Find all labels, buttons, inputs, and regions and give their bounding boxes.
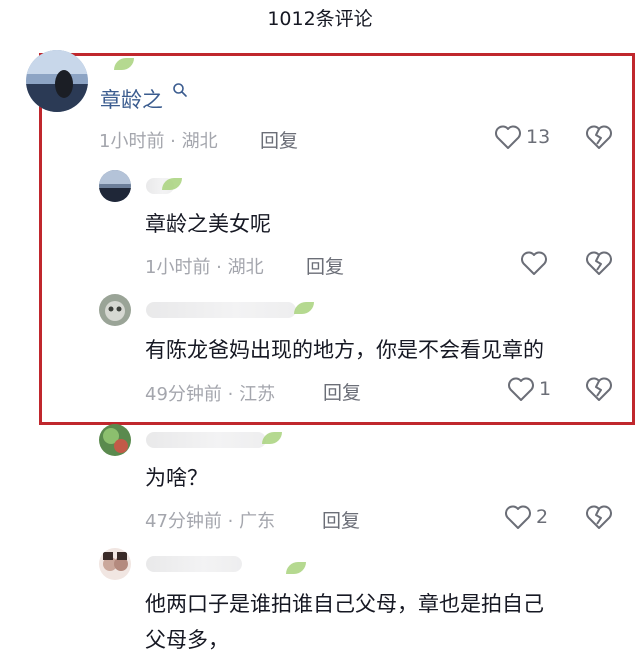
- avatar[interactable]: [99, 294, 131, 326]
- broken-heart-icon[interactable]: [585, 250, 613, 280]
- reply-button[interactable]: 回复: [323, 378, 361, 405]
- broken-heart-icon[interactable]: [585, 376, 613, 406]
- reply-button[interactable]: 回复: [260, 126, 298, 153]
- blurred-username: [146, 556, 242, 572]
- avatar[interactable]: [26, 50, 88, 112]
- reply-button[interactable]: 回复: [306, 252, 344, 279]
- comment-text: 章龄之美女呢: [145, 212, 271, 236]
- reply-button[interactable]: 回复: [322, 506, 360, 533]
- like-count: 13: [526, 126, 551, 148]
- comment-text: 有陈龙爸妈出现的地方，你是不会看见章的: [145, 338, 544, 362]
- comments-header-title: 1012条评论: [267, 8, 373, 30]
- comment-text-line: 他两口子是谁拍谁自己父母，章也是拍自己: [145, 592, 544, 616]
- broken-heart-icon[interactable]: [585, 124, 613, 154]
- heart-icon[interactable]: [504, 504, 532, 534]
- heart-icon[interactable]: [507, 376, 535, 406]
- search-icon[interactable]: [172, 82, 188, 102]
- avatar[interactable]: [99, 548, 131, 580]
- avatar[interactable]: [99, 424, 131, 456]
- comment-meta: 49分钟前 · 江苏: [145, 384, 276, 405]
- broken-heart-icon[interactable]: [585, 504, 613, 534]
- like-count: 1: [539, 378, 552, 400]
- leaf-sticker-icon: [286, 562, 306, 574]
- comment-text: 为啥？: [145, 466, 208, 490]
- blurred-username: [146, 302, 296, 318]
- comment-meta: 1小时前 · 湖北: [145, 257, 264, 278]
- blurred-username: [146, 432, 266, 448]
- heart-icon[interactable]: [520, 250, 548, 280]
- leaf-sticker-icon: [262, 432, 282, 444]
- heart-icon[interactable]: [494, 124, 522, 154]
- comment-meta: 47分钟前 · 广东: [145, 511, 276, 532]
- comment-text-line: 父母多，: [145, 628, 229, 652]
- like-count: 2: [536, 506, 549, 528]
- avatar[interactable]: [99, 170, 131, 202]
- comment-meta: 1小时前 · 湖北: [99, 131, 218, 152]
- username[interactable]: 章龄之: [100, 84, 163, 114]
